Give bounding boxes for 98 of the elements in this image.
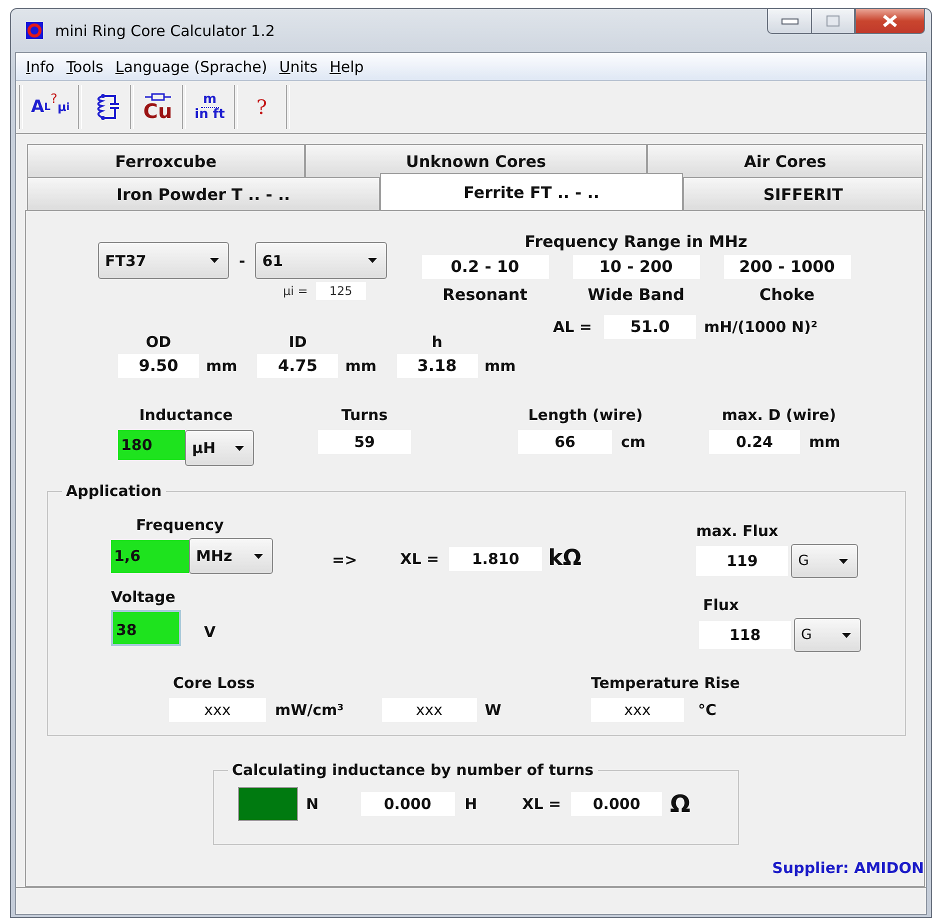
field-label: Inductance: [138, 405, 234, 426]
result-field: 119: [696, 546, 788, 576]
result-field: 9.50: [118, 354, 199, 378]
result-field: xxx: [382, 698, 477, 722]
field-label: Length (wire): [527, 405, 644, 426]
unit-label: kΩ: [548, 546, 582, 571]
result-field: 59: [318, 430, 411, 454]
result-field: 51.0: [604, 315, 696, 339]
result-field: 125: [316, 282, 366, 300]
unit-label: mm: [484, 357, 516, 375]
caret-icon: [254, 554, 263, 558]
result-field: xxx: [591, 698, 684, 722]
app-icon: [26, 22, 43, 39]
maximize-icon: [826, 15, 840, 27]
result-field: xxx: [169, 698, 266, 722]
arrow-label: =>: [332, 551, 358, 569]
field-label: Flux: [703, 595, 740, 616]
unit-label: W: [484, 701, 502, 719]
turns-field[interactable]: [238, 787, 298, 821]
unit-dropdown[interactable]: G: [791, 544, 858, 578]
caret-icon: [368, 258, 378, 263]
unit-label: Ω: [670, 790, 690, 818]
window-title: mini Ring Core Calculator 1.2: [55, 22, 275, 40]
field-label: max. Flux: [696, 521, 780, 542]
menu-item[interactable]: Units: [273, 56, 324, 78]
result-field: 0.000: [571, 792, 662, 816]
menu-item[interactable]: Tools: [60, 56, 110, 78]
result-field: 118: [699, 621, 791, 649]
supplier-label: Supplier: AMIDON: [772, 859, 924, 877]
unit-label: mW/cm³: [275, 701, 344, 719]
material-dropdown[interactable]: 61: [255, 242, 388, 279]
field-label: Frequency: [136, 515, 225, 536]
menu-item[interactable]: Language (Sprache): [109, 56, 274, 78]
tab[interactable]: SIFFERIT: [683, 177, 923, 210]
tab[interactable]: Iron Powder T .. - ..: [27, 177, 380, 210]
field-label: XL =: [400, 548, 440, 570]
tab[interactable]: Air Cores: [647, 144, 923, 177]
result-field: 0.2 - 10: [422, 255, 548, 279]
result-field: 4.75: [257, 354, 338, 378]
field-label: Core Loss: [173, 673, 256, 694]
unit-dropdown[interactable]: MHz: [189, 538, 273, 574]
copper-button[interactable]: Cu: [136, 85, 180, 129]
result-field: 1.810: [449, 546, 542, 570]
close-button[interactable]: [855, 8, 925, 34]
field-label: Turns: [340, 405, 389, 426]
unit-dropdown[interactable]: G: [794, 618, 861, 652]
separator-label: -: [239, 252, 246, 270]
resistor-icon: [144, 93, 171, 101]
caret-icon: [839, 558, 848, 564]
unit-label: mm: [809, 433, 840, 451]
tab[interactable]: Ferrite FT .. - ..: [380, 173, 684, 210]
field-label: OD: [144, 332, 172, 353]
unit-label: N: [306, 795, 319, 813]
frequency-field[interactable]: 1,6: [111, 540, 189, 572]
caret-icon: [842, 632, 851, 638]
unit-label: mm: [206, 357, 238, 375]
minimize-button[interactable]: [767, 8, 811, 34]
field-label: max. D (wire): [720, 405, 838, 426]
menu-item[interactable]: Info: [20, 56, 60, 78]
close-icon: [882, 14, 898, 28]
field-label: Frequency Range in MHz: [524, 231, 748, 253]
field-label: Voltage: [111, 587, 176, 608]
field-label: Resonant: [442, 284, 528, 306]
caret-icon: [210, 258, 219, 263]
unit-label: °C: [698, 701, 717, 719]
result-field: 200 - 1000: [724, 255, 850, 279]
voltage-field[interactable]: 38: [111, 610, 181, 646]
group-title: Application: [65, 482, 163, 500]
menu-item[interactable]: Help: [324, 56, 370, 78]
unit-dropdown[interactable]: µH: [185, 430, 254, 466]
units-button[interactable]: m in ft: [188, 85, 232, 129]
mu-label: µi =: [283, 284, 308, 298]
field-label: AL =: [553, 317, 592, 338]
tab[interactable]: Ferroxcube: [27, 144, 305, 177]
field-label: Wide Band: [586, 284, 686, 306]
result-field: 0.24: [709, 430, 800, 454]
tab[interactable]: Unknown Cores: [304, 144, 648, 177]
field-label: ID: [288, 332, 308, 353]
group-title: Calculating inductance by number of turns: [231, 761, 595, 779]
unit-label: V: [204, 623, 216, 641]
maximize-button[interactable]: [811, 8, 855, 34]
unit-label: mH/(1000 N)²: [704, 318, 818, 336]
result-field: 10 - 200: [572, 255, 700, 279]
caret-icon: [235, 446, 244, 450]
field-label: XL =: [522, 794, 562, 815]
field-label: Choke: [758, 284, 816, 306]
field-label: Temperature Rise: [591, 673, 740, 694]
unit-label: cm: [621, 433, 646, 451]
unit-label: H: [464, 795, 478, 813]
unit-label: mm: [345, 357, 377, 375]
result-field: 3.18: [396, 354, 478, 378]
inductance-field[interactable]: 180: [118, 430, 185, 460]
result-field: 0.000: [360, 792, 455, 816]
size-dropdown[interactable]: FT37: [98, 242, 229, 279]
minimize-icon: [780, 17, 798, 25]
help-button[interactable]: ?: [240, 85, 284, 129]
field-label: h: [430, 332, 444, 353]
result-field: 66: [518, 430, 612, 454]
